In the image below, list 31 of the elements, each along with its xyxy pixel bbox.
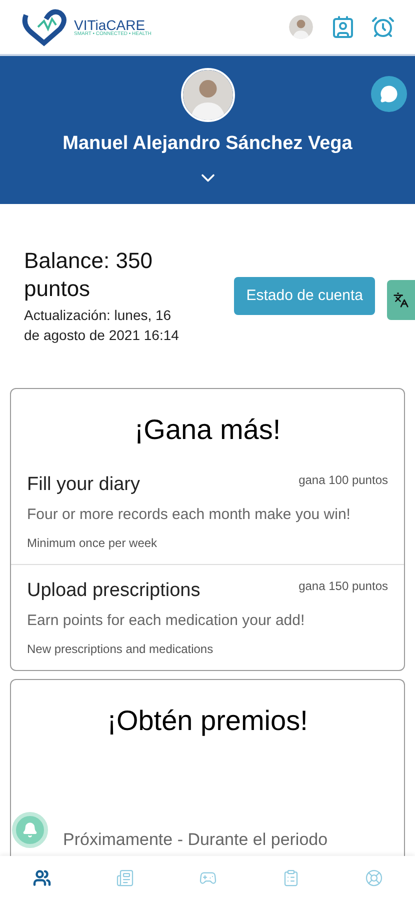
points-label: gana 100 puntos <box>298 472 388 489</box>
rewards-text: Próximamente - Durante el periodo <box>63 828 328 850</box>
task-note: New prescriptions and medications <box>27 641 214 658</box>
task-note: Minimum once per week <box>27 535 158 552</box>
lifebuoy-icon <box>364 869 382 887</box>
task-title: Upload prescriptions <box>27 579 200 603</box>
update-date: Actualización: lunes, 16 de agosto de 2021 16:14 <box>24 306 180 345</box>
alarm-clock-icon[interactable] <box>371 15 395 39</box>
points-label: gana 150 puntos <box>298 578 388 595</box>
report-icon <box>282 869 300 887</box>
user-name: Manuel Alejandro Sánchez Vega <box>62 132 352 156</box>
translate-button[interactable] <box>387 280 415 320</box>
account-statement-button[interactable]: Estado de cuenta <box>234 276 375 316</box>
speech-bubble-icon <box>380 85 398 103</box>
chat-button[interactable] <box>371 76 407 112</box>
notification-bell-button[interactable] <box>12 812 48 848</box>
people-icon <box>32 869 50 887</box>
earn-title: ¡Gana más! <box>133 413 282 447</box>
brand-name: VITiaCARE <box>74 18 146 32</box>
gamepad-icon <box>198 869 216 887</box>
bell-icon <box>22 822 38 838</box>
avatar-icon <box>180 68 234 122</box>
rewards-title: ¡Obtén premios! <box>106 704 309 738</box>
contact-card-icon[interactable] <box>331 15 355 39</box>
task-title: Fill your diary <box>27 473 140 497</box>
avatar-icon <box>287 13 315 41</box>
task-description: Four or more records each month make you win! <box>27 504 352 524</box>
translate-icon <box>393 292 409 308</box>
task-description: Earn points for each medication your add! <box>27 610 306 630</box>
list-icon <box>116 869 134 887</box>
balance-title: Balance: 350 puntos <box>24 247 154 302</box>
